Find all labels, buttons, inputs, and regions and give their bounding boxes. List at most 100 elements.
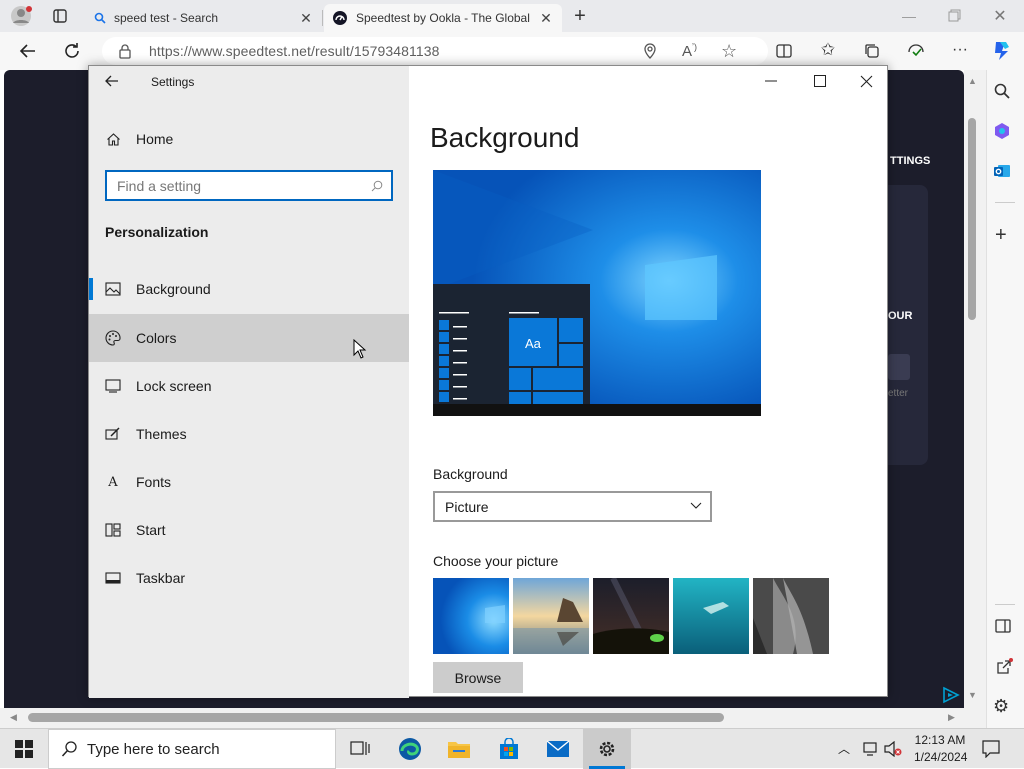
read-aloud-icon[interactable]: Aʼ)	[682, 42, 697, 60]
horizontal-scroll-thumb[interactable]	[28, 713, 724, 722]
start-button[interactable]	[0, 729, 48, 769]
show-hidden-icons-chevron-icon[interactable]: ︿	[838, 740, 850, 757]
clock-time[interactable]: 12:13 AM	[914, 733, 966, 747]
settings-taskbar-icon[interactable]	[583, 729, 631, 769]
palette-icon	[105, 330, 121, 346]
scroll-right-arrow-icon[interactable]: ▶	[948, 712, 955, 723]
nav-label: Lock screen	[136, 378, 212, 394]
sidebar-settings-gear-icon[interactable]: ⚙	[993, 696, 1009, 717]
themes-brush-icon	[105, 426, 121, 442]
picture-thumbnail[interactable]	[673, 578, 749, 654]
collections-icon[interactable]	[858, 37, 886, 65]
page-settings-text[interactable]: TTINGS	[890, 155, 930, 167]
tab-speedtest[interactable]: Speedtest by Ookla - The Global ✕	[324, 4, 562, 32]
maximize-window-icon[interactable]	[814, 75, 826, 87]
copilot-icon[interactable]	[990, 39, 1014, 63]
minimize-window-icon[interactable]	[765, 80, 781, 82]
page-text-fragment: etter	[888, 388, 909, 399]
browser-tab-bar: speed test - Search ✕ Speedtest by Ookla…	[0, 0, 1024, 32]
preview-tile-text: Aa	[525, 336, 541, 351]
settings-nav-pane: Settings Home Find a setting Personaliza…	[89, 66, 409, 698]
scroll-down-arrow-icon[interactable]: ▼	[968, 690, 977, 700]
tab-divider	[322, 10, 323, 26]
picture-thumbnail[interactable]	[433, 578, 509, 654]
search-icon	[371, 180, 383, 192]
refresh-icon[interactable]	[58, 37, 86, 65]
hide-sidebar-icon[interactable]	[995, 618, 1011, 634]
chevron-down-icon	[690, 502, 702, 510]
picture-thumbnail[interactable]	[753, 578, 829, 654]
start-icon	[105, 522, 121, 538]
section-heading: Personalization	[105, 224, 209, 240]
network-icon[interactable]	[862, 741, 878, 757]
find-setting-input[interactable]: Find a setting	[105, 170, 393, 201]
clock-date[interactable]: 1/24/2024	[914, 750, 967, 764]
home-icon	[105, 131, 121, 147]
scroll-left-arrow-icon[interactable]: ◀	[10, 712, 17, 723]
speedtest-logo-icon	[332, 10, 348, 26]
close-browser-icon[interactable]: ✕	[990, 6, 1010, 26]
more-options-icon[interactable]: ···	[946, 36, 974, 64]
lock-icon[interactable]	[118, 44, 132, 59]
nav-label: Colors	[136, 330, 177, 346]
nav-start[interactable]: Start	[89, 506, 409, 554]
page-button-fragment[interactable]	[888, 354, 910, 380]
settings-back-icon[interactable]	[105, 74, 119, 88]
nav-home[interactable]: Home	[89, 115, 409, 163]
background-type-dropdown[interactable]: Picture	[433, 491, 712, 522]
mouse-cursor-icon	[353, 339, 367, 359]
restore-browser-icon[interactable]	[944, 8, 964, 24]
fonts-icon: A	[108, 474, 118, 490]
close-tab-icon[interactable]: ✕	[298, 10, 314, 26]
new-tab-icon[interactable]: +	[566, 2, 594, 30]
sidebar-divider	[995, 604, 1015, 605]
outlook-icon[interactable]	[993, 162, 1011, 180]
sidebar-search-icon[interactable]	[993, 82, 1011, 100]
scroll-up-arrow-icon[interactable]: ▲	[968, 76, 977, 86]
settings-window-title: Settings	[151, 75, 195, 89]
ad-choices-icon[interactable]	[940, 686, 962, 704]
copilot-sidebar-icon[interactable]	[993, 122, 1011, 140]
edge-sidebar: + ⚙	[986, 70, 1024, 728]
horizontal-scrollbar[interactable]: ◀ ▶	[0, 686, 986, 728]
windows-taskbar: Type here to search ︿ 12:13 AM 1/24/2024	[0, 728, 1024, 769]
close-window-icon[interactable]	[860, 75, 873, 88]
favorites-icon[interactable]: ✩	[814, 36, 842, 64]
external-link-icon[interactable]	[995, 658, 1013, 676]
address-bar[interactable]: https://www.speedtest.net/result/1579348…	[102, 37, 768, 65]
url-text: https://www.speedtest.net/result/1579348…	[149, 43, 440, 59]
close-tab-icon[interactable]: ✕	[538, 10, 554, 26]
mail-icon[interactable]	[534, 729, 582, 769]
picture-thumbnail[interactable]	[513, 578, 589, 654]
tab-actions-icon[interactable]	[46, 2, 74, 30]
edge-browser-icon[interactable]	[386, 729, 434, 769]
microsoft-store-icon[interactable]	[485, 729, 533, 769]
nav-label: Fonts	[136, 474, 172, 490]
notification-center-icon[interactable]	[982, 740, 1000, 758]
file-explorer-icon[interactable]	[435, 729, 483, 769]
vertical-scroll-thumb[interactable]	[968, 118, 976, 320]
nav-background[interactable]: Background	[89, 265, 409, 313]
picture-thumbnail[interactable]	[593, 578, 669, 654]
location-icon[interactable]	[642, 43, 658, 59]
browse-button[interactable]: Browse	[433, 662, 523, 693]
nav-lock-screen[interactable]: Lock screen	[89, 362, 409, 410]
favorite-star-icon[interactable]: ☆	[721, 41, 737, 62]
vertical-scrollbar[interactable]: ▲ ▼	[964, 70, 986, 708]
performance-icon[interactable]	[902, 37, 930, 65]
nav-label: Start	[136, 522, 166, 538]
nav-fonts[interactable]: A Fonts	[89, 458, 409, 506]
volume-muted-icon[interactable]	[884, 741, 902, 757]
taskbar-search-box[interactable]: Type here to search	[48, 729, 336, 769]
nav-themes[interactable]: Themes	[89, 410, 409, 458]
nav-taskbar[interactable]: Taskbar	[89, 554, 409, 602]
back-icon[interactable]	[14, 37, 42, 65]
minimize-browser-icon[interactable]: —	[896, 8, 922, 24]
profile-avatar[interactable]	[8, 4, 34, 28]
split-screen-icon[interactable]	[770, 37, 798, 65]
tab-search[interactable]: speed test - Search ✕	[86, 4, 322, 32]
search-icon	[94, 12, 106, 24]
task-view-icon[interactable]	[336, 729, 384, 769]
page-title: Background	[430, 122, 580, 153]
add-sidebar-app-icon[interactable]: +	[995, 224, 1007, 247]
